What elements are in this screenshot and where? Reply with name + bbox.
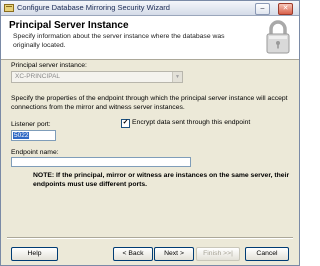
- wizard-icon: [4, 4, 14, 12]
- next-button[interactable]: Next >: [154, 247, 194, 261]
- page-title: Principal Server Instance: [9, 20, 129, 31]
- help-button[interactable]: Help: [11, 247, 58, 261]
- wizard-window: Configure Database Mirroring Security Wi…: [0, 0, 300, 266]
- endpoint-description: Specify the properties of the endpoint t…: [11, 95, 288, 111]
- port-value: 5022: [13, 132, 30, 139]
- chevron-down-icon[interactable]: ▼: [172, 72, 182, 82]
- port-label: Listener port:: [11, 121, 51, 128]
- instance-combobox[interactable]: XC-PRINCIPAL ▼: [11, 71, 183, 83]
- page-subtitle: Specify information about the server ins…: [13, 33, 225, 49]
- close-button[interactable]: ✕: [278, 3, 293, 15]
- endpoint-name-input[interactable]: [11, 157, 191, 167]
- minimize-button[interactable]: –: [255, 3, 270, 15]
- finish-button[interactable]: Finish >>|: [196, 247, 240, 261]
- encrypt-label[interactable]: Encrypt data sent through this endpoint: [132, 119, 250, 126]
- instance-label: Principal server instance:: [11, 62, 87, 69]
- instance-value: XC-PRINCIPAL: [15, 73, 61, 80]
- title-bar[interactable]: Configure Database Mirroring Security Wi…: [1, 1, 299, 16]
- wizard-header: Principal Server Instance Specify inform…: [1, 16, 299, 60]
- padlock-icon: [266, 20, 290, 54]
- cancel-button[interactable]: Cancel: [245, 247, 289, 261]
- listener-port-input[interactable]: 5022: [11, 130, 56, 141]
- endpoint-name-label: Endpoint name:: [11, 149, 59, 156]
- ports-note: NOTE: If the principal, mirror or witnes…: [33, 172, 290, 188]
- back-button[interactable]: < Back: [113, 247, 153, 261]
- footer-divider: [7, 237, 293, 239]
- window-title: Configure Database Mirroring Security Wi…: [17, 3, 170, 12]
- encrypt-checkbox[interactable]: ✓: [121, 119, 130, 128]
